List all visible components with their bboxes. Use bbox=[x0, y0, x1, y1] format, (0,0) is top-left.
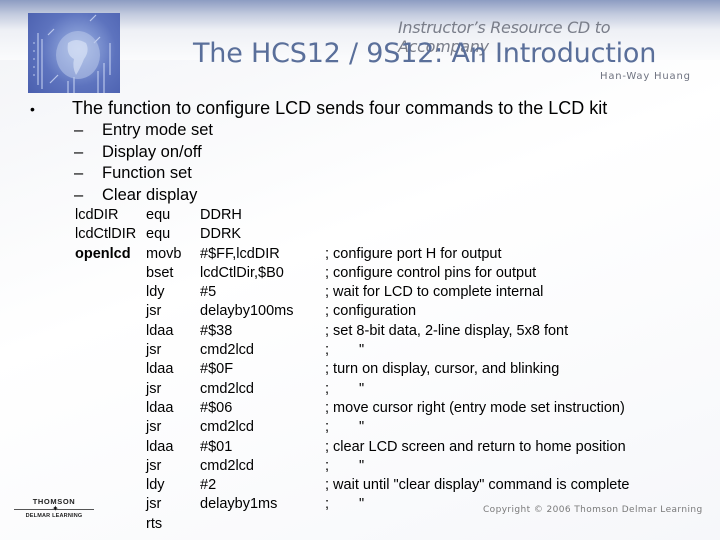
code-operand: #$01 bbox=[200, 438, 233, 455]
globe-circuit-icon bbox=[28, 13, 120, 93]
code-opcode: ldaa bbox=[146, 399, 174, 416]
subbullet-item: – Clear display bbox=[74, 185, 198, 204]
ditto-mark: " bbox=[359, 342, 365, 359]
code-operand: lcdCtlDir,$B0 bbox=[200, 264, 284, 281]
header-title: The HCS12 / 9S12: An Introduction bbox=[193, 38, 657, 69]
code-operand: #$38 bbox=[200, 322, 233, 339]
code-opcode: equ bbox=[146, 226, 171, 243]
star-icon: ✦ bbox=[52, 504, 59, 513]
code-label: lcdDIR bbox=[75, 207, 119, 223]
code-opcode: jsr bbox=[146, 457, 162, 474]
code-opcode: jsr bbox=[146, 419, 162, 436]
subbullet-item: – Display on/off bbox=[74, 142, 202, 161]
code-operand: delayby1ms bbox=[200, 496, 278, 513]
code-operand: cmd2lcd bbox=[200, 380, 254, 397]
code-operand: cmd2lcd bbox=[200, 342, 254, 359]
code-comment: ; configure port H for output bbox=[325, 245, 502, 262]
code-operand: #$06 bbox=[200, 399, 233, 416]
code-opcode: equ bbox=[146, 207, 171, 223]
ditto-mark: " bbox=[359, 380, 365, 397]
code-operand: #$0F bbox=[200, 361, 234, 378]
code-operand: cmd2lcd bbox=[200, 457, 254, 474]
code-comment: ; clear LCD screen and return to home po… bbox=[325, 438, 626, 455]
bullet-text: The function to configure LCD sends four… bbox=[72, 98, 608, 118]
subbullet-item: – Entry mode set bbox=[74, 121, 213, 139]
code-comment: ; configuration bbox=[325, 303, 417, 320]
code-operand: #5 bbox=[200, 284, 217, 301]
ditto-mark: " bbox=[359, 496, 365, 513]
code-comment: ; " bbox=[325, 380, 365, 397]
code-comment: ; " bbox=[325, 419, 365, 436]
main-bullet: • The function to configure LCD sends fou… bbox=[30, 98, 607, 119]
code-opcode: jsr bbox=[146, 303, 162, 320]
code-operand: delayby100ms bbox=[200, 303, 294, 320]
code-opcode: jsr bbox=[146, 496, 162, 513]
code-opcode: jsr bbox=[146, 380, 162, 397]
code-opcode: rts bbox=[146, 515, 163, 532]
publisher-logo: THOMSON ✦ DELMAR LEARNING bbox=[14, 497, 94, 519]
code-opcode: movb bbox=[146, 245, 182, 262]
ditto-mark: " bbox=[359, 457, 365, 474]
code-comment: ; set 8-bit data, 2-line display, 5x8 fo… bbox=[325, 322, 569, 339]
code-label: openlcd bbox=[75, 245, 131, 262]
ditto-mark: " bbox=[359, 419, 365, 436]
code-opcode: ldaa bbox=[146, 438, 174, 455]
code-comment: ; turn on display, cursor, and blinking bbox=[325, 361, 560, 378]
code-comment: ; " bbox=[325, 342, 365, 359]
code-operand: DDRH bbox=[200, 207, 242, 223]
header-author: Han-Way Huang bbox=[600, 71, 691, 82]
code-operand: cmd2lcd bbox=[200, 419, 254, 436]
code-comment: ; wait until "clear display" command is … bbox=[325, 477, 630, 494]
code-operand: DDRK bbox=[200, 226, 242, 243]
subbullet-item: – Function set bbox=[74, 164, 192, 182]
code-comment: ; configure control pins for output bbox=[325, 264, 537, 281]
code-comment: ; " bbox=[325, 457, 365, 474]
code-comment: ; wait for LCD to complete internal bbox=[325, 284, 544, 301]
bullet-marker: • bbox=[30, 101, 35, 117]
copyright-notice: Copyright © 2006 Thomson Delmar Learning bbox=[483, 505, 703, 515]
code-comment: ; " bbox=[325, 496, 365, 513]
code-opcode: ldy bbox=[146, 477, 165, 494]
code-label: lcdCtlDIR bbox=[75, 226, 137, 243]
code-opcode: jsr bbox=[146, 342, 162, 359]
code-opcode: bset bbox=[146, 264, 174, 281]
code-opcode: ldaa bbox=[146, 361, 174, 378]
subbullet-list: – Entry mode set – Display on/off – Functio… bbox=[74, 121, 213, 207]
code-operand: #$FF,lcdDIR bbox=[200, 245, 280, 262]
code-operand: #2 bbox=[200, 477, 217, 494]
code-comment: ; move cursor right (entry mode set inst… bbox=[325, 399, 625, 416]
publisher-divider: ✦ bbox=[14, 504, 94, 513]
code-opcode: ldaa bbox=[146, 322, 174, 339]
code-opcode: ldy bbox=[146, 284, 165, 301]
